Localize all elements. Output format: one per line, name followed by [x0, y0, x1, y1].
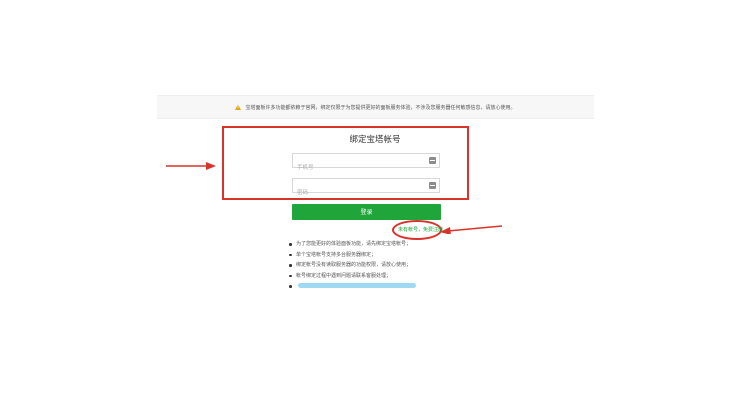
password-field[interactable]	[292, 178, 440, 200]
list-item: 绑定帐号没有读取服务器的功能权限，请放心使用；	[288, 260, 411, 271]
warning-icon	[235, 104, 242, 110]
list-item: 为了您能更好的体验面板功能，请先绑定宝塔帐号；	[288, 239, 411, 250]
input-autofill-icon[interactable]	[429, 182, 436, 189]
notice-bar: 宝塔面板许多功能都依赖于官网，绑定仅限于为您提供更好的面板服务体验，不涉及您服务…	[157, 95, 594, 119]
input-autofill-icon[interactable]	[429, 157, 436, 164]
notice-text: 宝塔面板许多功能都依赖于官网，绑定仅限于为您提供更好的面板服务体验，不涉及您服务…	[245, 104, 516, 111]
redaction-scribble	[298, 283, 416, 288]
login-button[interactable]: 登录	[292, 204, 441, 220]
phone-input[interactable]	[293, 161, 427, 175]
login-title: 绑定宝塔帐号	[349, 135, 401, 145]
password-input[interactable]	[293, 186, 427, 200]
annotation-arrow-right-icon	[166, 162, 216, 170]
list-item: 帐号绑定过程中遇到问题请联系客服处理；	[288, 271, 411, 282]
list-item: 单个宝塔帐号支持多台服务器绑定；	[288, 250, 411, 261]
annotation-arrow-left-icon	[440, 225, 502, 234]
phone-field[interactable]	[292, 153, 440, 175]
register-link[interactable]: 未有帐号，免费注册	[398, 226, 443, 233]
